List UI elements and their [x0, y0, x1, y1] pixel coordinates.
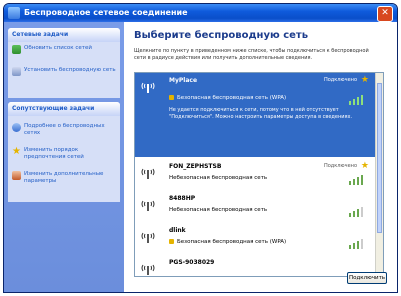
signal-strength-icon — [349, 237, 367, 249]
security-label: Безопасная беспроводная сеть (WPA) — [177, 95, 287, 101]
antenna-icon — [141, 264, 155, 275]
antenna-icon — [141, 168, 155, 179]
change-advanced-settings-link[interactable]: Изменить дополнительные параметры — [8, 168, 120, 188]
setup-network-icon — [12, 67, 21, 76]
window-title: Беспроводное сетевое соединение — [24, 8, 188, 17]
security-label: Небезопасная беспроводная сеть — [169, 175, 268, 181]
wireless-connection-window: Беспроводное сетевое соединение ✕ Сетевы… — [3, 3, 398, 293]
security-label: Небезопасная беспроводная сеть — [169, 207, 268, 213]
network-name: dlink — [169, 227, 186, 234]
related-tasks-header[interactable]: Сопутствующие задачи — [8, 102, 120, 116]
network-name: 8488HP — [169, 195, 196, 202]
scrollbar-thumb[interactable] — [377, 83, 382, 233]
network-list[interactable]: MyPlace Подключено ★ Безопасная беспрово… — [134, 72, 384, 277]
network-item-dlink[interactable]: dlink Безопасная беспроводная сеть (WPA) — [135, 223, 375, 253]
antenna-icon — [141, 200, 155, 211]
signal-strength-icon — [349, 93, 367, 105]
lock-icon — [169, 95, 174, 100]
refresh-network-list-label: Обновить список сетей — [24, 45, 92, 51]
network-name: MyPlace — [169, 77, 198, 84]
learn-wireless-link[interactable]: Подробнее о беспроводных сетях — [8, 120, 120, 140]
star-icon: ★ — [12, 146, 21, 157]
security-status: Безопасная беспроводная сеть (WPA) — [169, 239, 286, 245]
security-status: Безопасная беспроводная сеть (WPA) — [169, 95, 286, 101]
page-description: Щелкните по пункту в приведенном ниже сп… — [134, 48, 369, 61]
security-label: Безопасная беспроводная сеть (WPA) — [177, 239, 287, 245]
network-name: PGS-9038029 — [169, 259, 215, 266]
preferred-star-icon: ★ — [360, 161, 369, 171]
connection-status: Подключено — [323, 163, 357, 169]
connect-button[interactable]: Подключить — [347, 272, 387, 284]
refresh-network-list-link[interactable]: Обновить список сетей — [8, 42, 120, 58]
network-item-myplace[interactable]: MyPlace Подключено ★ Безопасная беспрово… — [135, 73, 375, 157]
lock-icon — [169, 239, 174, 244]
setup-wireless-network-link[interactable]: Установить беспроводную сеть — [8, 64, 120, 80]
signal-strength-icon — [349, 173, 367, 185]
connection-status: Подключено — [323, 77, 357, 83]
wireless-network-icon — [8, 7, 20, 19]
close-button[interactable]: ✕ — [377, 6, 393, 22]
network-tasks-panel: Сетевые задачи Обновить список сетей Уст… — [8, 28, 120, 98]
change-preferred-order-label: Изменить порядок предпочтения сетей — [24, 147, 84, 160]
info-icon — [12, 123, 21, 132]
network-details: Не удается подключиться к сети, потому ч… — [169, 107, 353, 120]
change-advanced-settings-label: Изменить дополнительные параметры — [24, 171, 104, 184]
setup-wireless-network-label: Установить беспроводную сеть — [24, 67, 116, 73]
related-tasks-panel: Сопутствующие задачи Подробнее о беспров… — [8, 102, 120, 202]
page-title: Выберите беспроводную сеть — [134, 30, 309, 41]
task-sidebar: Сетевые задачи Обновить список сетей Уст… — [4, 22, 124, 292]
antenna-icon — [141, 232, 155, 243]
network-list-scrollbar[interactable] — [375, 73, 383, 276]
settings-icon — [12, 171, 21, 180]
preferred-star-icon: ★ — [360, 75, 369, 85]
refresh-icon — [12, 45, 21, 54]
signal-strength-icon — [349, 205, 367, 217]
network-tasks-header[interactable]: Сетевые задачи — [8, 28, 120, 42]
network-item-8488hp[interactable]: 8488HP Небезопасная беспроводная сеть — [135, 191, 375, 221]
antenna-icon — [141, 82, 155, 93]
network-item-fon[interactable]: FON_ZEPHSTSB Подключено ★ Небезопасная б… — [135, 159, 375, 189]
network-item-pgs[interactable]: PGS-9038029 — [135, 255, 375, 276]
change-preferred-order-link[interactable]: ★ Изменить порядок предпочтения сетей — [8, 144, 120, 164]
network-name: FON_ZEPHSTSB — [169, 163, 222, 170]
learn-wireless-label: Подробнее о беспроводных сетях — [24, 123, 105, 136]
title-bar[interactable]: Беспроводное сетевое соединение ✕ — [4, 4, 397, 22]
main-content: Выберите беспроводную сеть Щелкните по п… — [124, 22, 397, 292]
